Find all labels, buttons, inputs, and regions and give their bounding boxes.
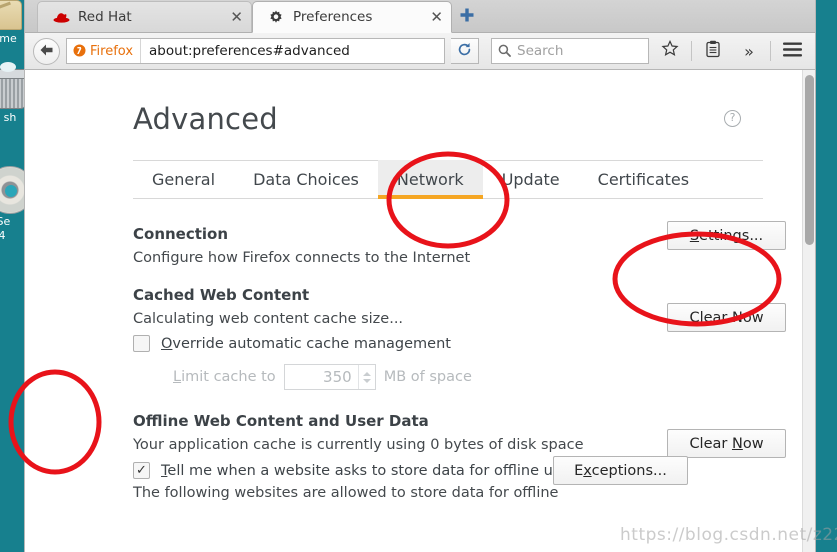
identity-label: Firefox [90,43,134,59]
plus-icon [459,7,475,27]
redhat-fedora-icon [52,8,70,26]
tab-close-icon[interactable]: ✕ [430,9,443,25]
tab-close-icon[interactable]: ✕ [230,9,243,25]
section-connection: Connection Configure how Firefox connect… [133,221,786,266]
limit-cache-input[interactable]: 350 [283,364,376,390]
override-cache-checkbox[interactable] [133,335,150,352]
reload-icon [457,42,472,61]
search-input[interactable]: Search [491,38,649,64]
notify-offline-checkbox[interactable]: ✓ [133,462,150,479]
cache-clear-now-label: Clear Now [689,309,764,326]
app-menu-button[interactable] [777,37,807,65]
tab-data-choices[interactable]: Data Choices [234,160,378,198]
offline-exceptions-button[interactable]: Exceptions... [553,456,688,485]
arrow-left-icon [39,42,54,61]
limit-cache-label: Limit cache to [173,369,276,385]
search-placeholder: Search [517,43,564,59]
help-icon[interactable]: ? [724,110,741,127]
spinner-down-icon[interactable] [362,378,371,383]
offline-footer-text: The following websites are allowed to st… [133,485,559,501]
back-button[interactable] [33,37,60,65]
content-scrollbar[interactable] [802,70,815,552]
offline-heading: Offline Web Content and User Data [133,412,429,430]
chevron-double-right-icon: » [744,41,754,61]
preferences-tab-bar: General Data Choices Network Update Cert… [133,160,763,199]
section-offline-web-content: Offline Web Content and User Data Your a… [133,412,786,458]
toolbar-separator [770,41,771,61]
hamburger-menu-icon [782,42,802,61]
bookmark-star-button[interactable] [655,37,685,65]
tab-update[interactable]: Update [483,160,579,198]
limit-cache-spinner[interactable] [357,365,375,389]
tab-red-hat[interactable]: Red Hat ✕ [37,1,252,32]
gear-icon [267,8,285,26]
notify-offline-checkbox-row[interactable]: ✓ Tell me when a website asks to store d… [133,456,783,485]
clipboard-icon [705,40,721,62]
offline-clear-now-label: Clear Now [689,435,764,452]
notify-offline-label: Tell me when a website asks to store dat… [161,462,570,479]
page-title: Advanced [133,102,278,136]
cache-clear-now-button[interactable]: Clear Now [667,303,786,332]
overflow-button[interactable]: » [734,37,764,65]
offline-exceptions-label: Exceptions... [574,462,667,479]
offline-clear-now-button[interactable]: Clear Now [667,429,786,458]
desktop-icon-home-label: me [0,32,17,45]
tab-network[interactable]: Network [377,160,483,199]
firefox-globe-icon [73,42,86,61]
reading-list-button[interactable] [698,37,728,65]
tab-title: Red Hat [78,9,132,25]
search-icon [498,42,511,61]
preferences-content: Advanced ? General Data Choices Network … [25,70,815,552]
limit-cache-value: 350 [323,368,352,386]
url-text[interactable]: about:preferences#advanced [141,43,350,59]
new-tab-button[interactable] [452,1,482,32]
watermark: https://blog.csdn.net/z2228059 [620,525,837,545]
identity-box[interactable]: Firefox [67,39,142,63]
desktop-icon-home-folder[interactable] [0,0,22,30]
reload-button[interactable] [451,38,479,64]
tab-certificates[interactable]: Certificates [579,160,708,198]
star-icon [661,39,679,62]
section-cached-web-content: Cached Web Content Calculating web conte… [133,286,786,332]
cache-heading: Cached Web Content [133,286,310,304]
tab-preferences[interactable]: Preferences ✕ [252,1,452,33]
override-cache-checkbox-row[interactable]: Override automatic cache management [133,335,783,352]
navigation-toolbar: Firefox about:preferences#advanced Searc… [25,33,815,70]
limit-cache-suffix: MB of space [383,369,472,385]
firefox-window: Red Hat ✕ Preferences ✕ Firefox about:pr… [25,0,815,552]
connection-settings-button[interactable]: SSettings...ettings... [667,221,786,250]
connection-description: Configure how Firefox connects to the In… [133,250,471,266]
toolbar-separator [691,41,692,61]
connection-settings-label: SSettings...ettings... [689,227,764,244]
url-bar[interactable]: Firefox about:preferences#advanced [66,38,445,64]
scrollbar-thumb[interactable] [805,75,814,245]
spinner-up-icon[interactable] [362,371,371,376]
desktop-icon-trash[interactable] [0,62,33,109]
tab-strip: Red Hat ✕ Preferences ✕ [25,0,815,33]
screen: me sh 8 Se _64 [0,0,837,552]
limit-cache-row: Limit cache to 350 MB of space [173,364,783,390]
tab-title: Preferences [293,9,373,25]
tab-general[interactable]: General [133,160,234,198]
override-cache-label: Override automatic cache management [161,335,451,352]
